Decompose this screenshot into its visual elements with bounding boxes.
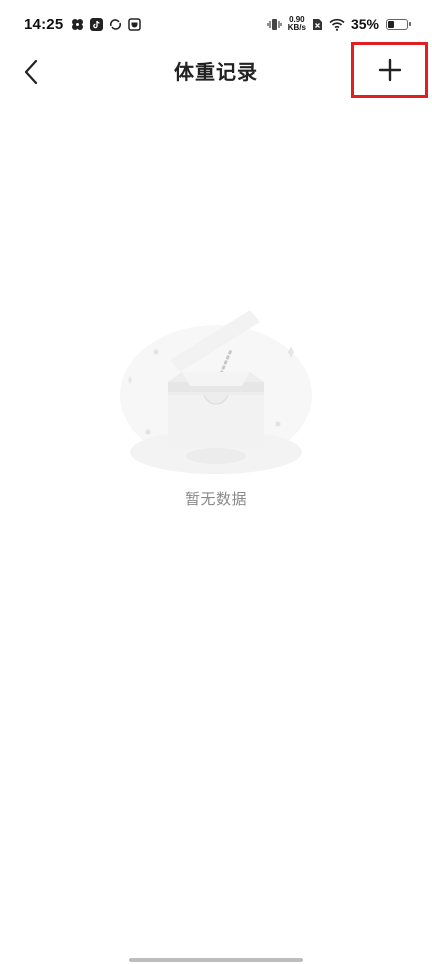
empty-state: 暂无数据	[0, 300, 432, 530]
status-bar-right: 0.90 KB/s 35%	[267, 16, 411, 32]
wifi-icon	[329, 18, 345, 31]
battery-icon	[386, 18, 411, 30]
battery-level-fill	[388, 20, 394, 28]
status-bar-left: 14:25	[24, 15, 142, 33]
status-bar: 14:25 0.90 KB/s 35%	[0, 0, 432, 48]
home-indicator[interactable]	[129, 958, 303, 962]
pinwheel-icon	[71, 18, 84, 31]
weight-record-screen: 14:25 0.90 KB/s 35% 体重记录 暂无数据	[0, 0, 432, 964]
plus-icon	[378, 58, 401, 82]
nav-bar: 体重记录	[0, 42, 432, 98]
tiktok-icon	[90, 17, 104, 31]
net-speed-unit: KB/s	[287, 23, 306, 32]
shop-icon	[128, 17, 142, 31]
network-speed: 0.90 KB/s	[288, 16, 306, 32]
status-time: 14:25	[24, 15, 64, 33]
no-sim-icon	[312, 18, 323, 31]
empty-inbox-illustration	[110, 300, 322, 480]
sync-icon	[109, 18, 122, 31]
vibrate-icon	[267, 18, 282, 31]
add-record-button[interactable]	[351, 42, 428, 98]
battery-percent: 35%	[350, 16, 379, 32]
empty-state-text: 暂无数据	[184, 490, 247, 508]
